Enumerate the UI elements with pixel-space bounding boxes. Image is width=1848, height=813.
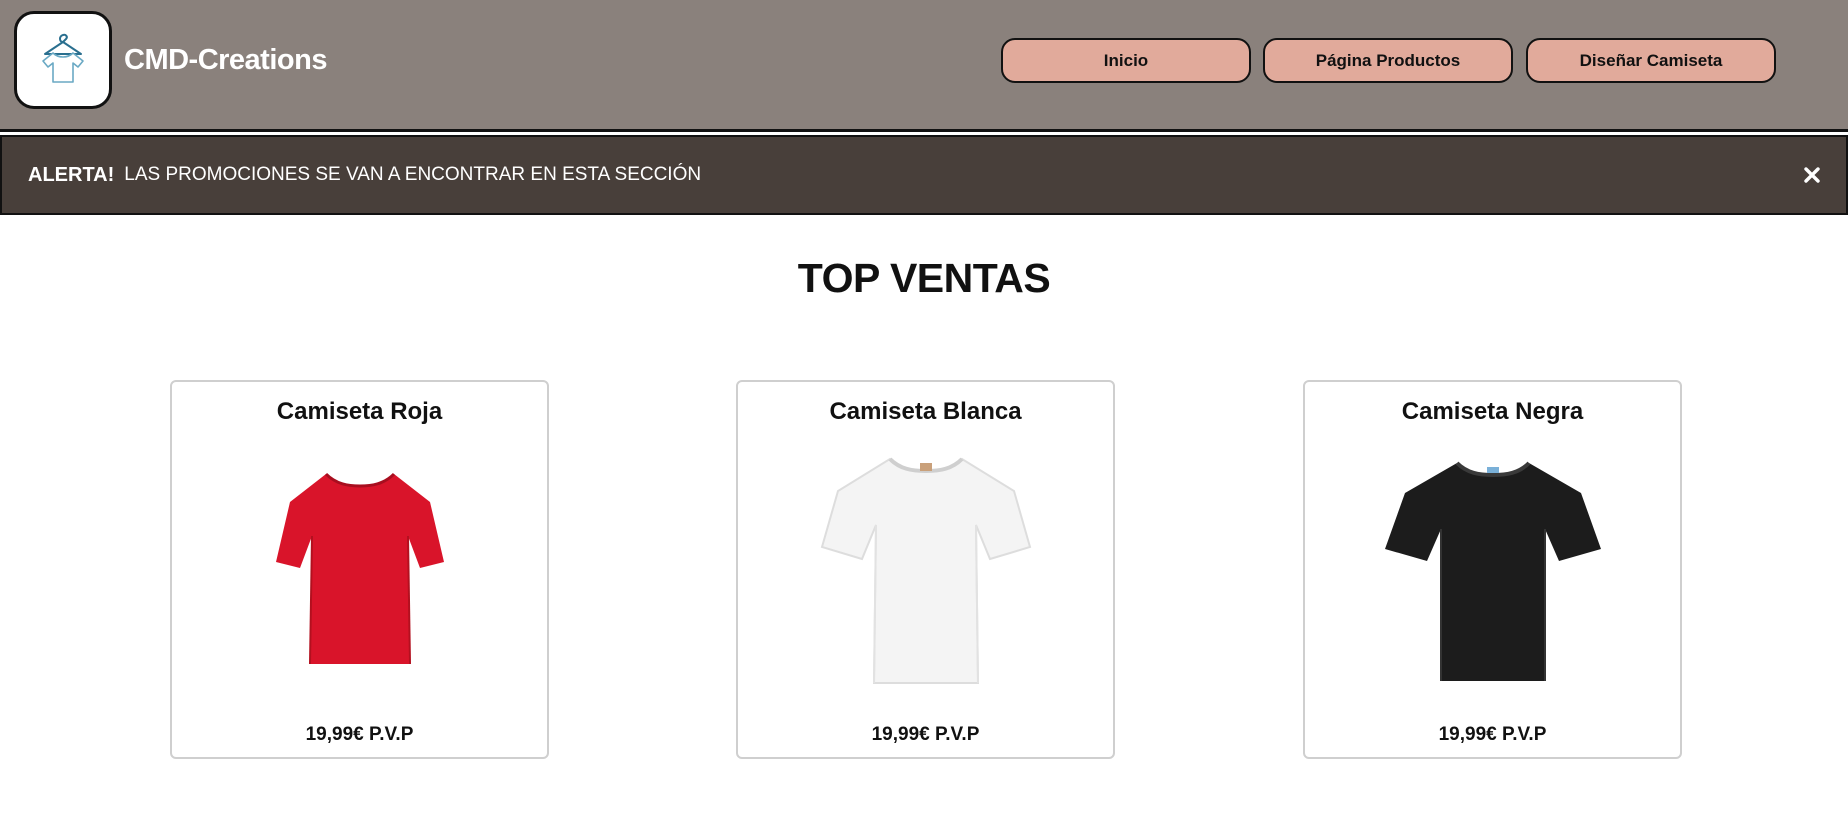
red-tshirt-image: [172, 444, 547, 684]
promo-alert: ALERTA! LAS PROMOCIONES SE VAN A ENCONTR…: [0, 135, 1848, 215]
product-card-blanca[interactable]: Camiseta Blanca 19,99€ P.V.P: [736, 380, 1115, 759]
alert-label: ALERTA!: [28, 163, 115, 186]
product-price: 19,99€ P.V.P: [871, 724, 980, 745]
nav-disenar-button[interactable]: Diseñar Camiseta: [1526, 38, 1776, 83]
nav-inicio-button[interactable]: Inicio: [1001, 38, 1251, 83]
product-name: Camiseta Blanca: [829, 398, 1022, 425]
product-price: 19,99€ P.V.P: [305, 724, 414, 745]
product-price: 19,99€ P.V.P: [1438, 724, 1547, 745]
product-card-roja[interactable]: Camiseta Roja 19,99€ P.V.P: [170, 380, 549, 759]
product-name: Camiseta Negra: [1401, 398, 1584, 425]
alert-message: LAS PROMOCIONES SE VAN A ENCONTRAR EN ES…: [124, 164, 702, 185]
brand-name[interactable]: CMD-Creations: [124, 40, 327, 80]
tshirt-hanger-icon: [33, 26, 93, 95]
logo[interactable]: [14, 11, 112, 109]
white-tshirt-image: [738, 444, 1113, 684]
nav-productos-button[interactable]: Página Productos: [1263, 38, 1513, 83]
section-title: TOP VENTAS: [797, 255, 1051, 301]
black-tshirt-image: [1305, 444, 1680, 684]
product-card-negra[interactable]: Camiseta Negra 19,99€ P.V.P: [1303, 380, 1682, 759]
site-header: CMD-Creations Inicio Página Productos Di…: [0, 0, 1848, 132]
close-icon[interactable]: [1798, 161, 1826, 189]
product-name: Camiseta Roja: [276, 398, 443, 425]
